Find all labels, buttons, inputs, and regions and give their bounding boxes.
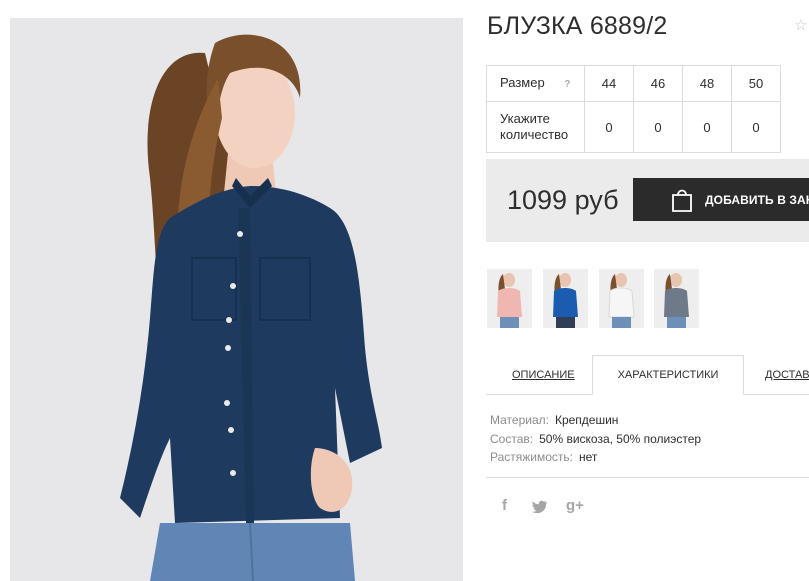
spec-key: Состав: — [490, 431, 534, 446]
woman-model-illustration — [10, 18, 463, 581]
spec-value: Крепдешин — [554, 413, 619, 427]
tab-delivery[interactable]: ДОСТАВКА — [765, 369, 809, 381]
size-help-icon[interactable]: ? — [564, 77, 570, 93]
spec-row-composition: Состав: 50% вискоза, 50% полиэстер — [490, 430, 701, 449]
product-main-photo[interactable] — [10, 18, 463, 581]
size-50: 50 — [731, 65, 781, 102]
tab-description[interactable]: ОПИСАНИЕ — [512, 369, 575, 381]
characteristics-list: Материал: Крепдешин Состав: 50% вискоза, 5… — [490, 411, 701, 467]
spec-row-stretch: Растяжимость: нет — [490, 448, 701, 467]
size-label: Размер — [500, 74, 545, 90]
spec-value: нет — [579, 450, 598, 464]
size-label-cell: Размер ? — [486, 65, 585, 102]
product-title: БЛУЗКА 6889/2 — [487, 12, 668, 40]
thumbnail-blue[interactable] — [543, 269, 588, 328]
spec-row-material: Материал: Крепдешин — [490, 411, 701, 430]
quantity-label-line2: количество — [500, 127, 569, 142]
quantity-input-46[interactable]: 0 — [633, 101, 683, 153]
twitter-icon[interactable] — [532, 500, 548, 517]
add-to-order-button[interactable]: ДОБАВИТЬ В ЗАКАЗ — [633, 178, 809, 221]
quantity-label-cell: Укажите количество — [486, 101, 585, 153]
googleplus-icon[interactable]: g+ — [566, 497, 584, 514]
quantity-input-44[interactable]: 0 — [584, 101, 634, 153]
purchase-box: 1099 руб ДОБАВИТЬ В ЗАКАЗ — [486, 159, 809, 242]
size-46: 46 — [633, 65, 683, 102]
thumbnail-grey[interactable] — [654, 269, 699, 328]
divider — [486, 477, 809, 478]
quantity-label-line1: Укажите — [500, 111, 550, 126]
thumbnail-white[interactable] — [599, 269, 644, 328]
size-48: 48 — [682, 65, 732, 102]
price: 1099 руб — [507, 185, 619, 215]
shopping-bag-icon — [672, 189, 692, 212]
spec-key: Растяжимость: — [490, 450, 574, 464]
spec-key: Материал: — [490, 413, 549, 427]
facebook-icon[interactable]: f — [502, 497, 507, 514]
thumbnail-pink[interactable] — [487, 269, 532, 328]
star-outline-icon[interactable]: ☆ — [794, 18, 807, 33]
quantity-input-50[interactable]: 0 — [731, 101, 781, 153]
size-44: 44 — [584, 65, 634, 102]
tab-characteristics[interactable]: ХАРАКТЕРИСТИКИ — [592, 355, 744, 395]
add-to-order-label: ДОБАВИТЬ В ЗАКАЗ — [705, 193, 809, 207]
quantity-input-48[interactable]: 0 — [682, 101, 732, 153]
size-quantity-table: Размер ? 44 46 48 50 Укажите количество … — [486, 65, 781, 153]
spec-value: 50% вискоза, 50% полиэстер — [539, 431, 702, 446]
